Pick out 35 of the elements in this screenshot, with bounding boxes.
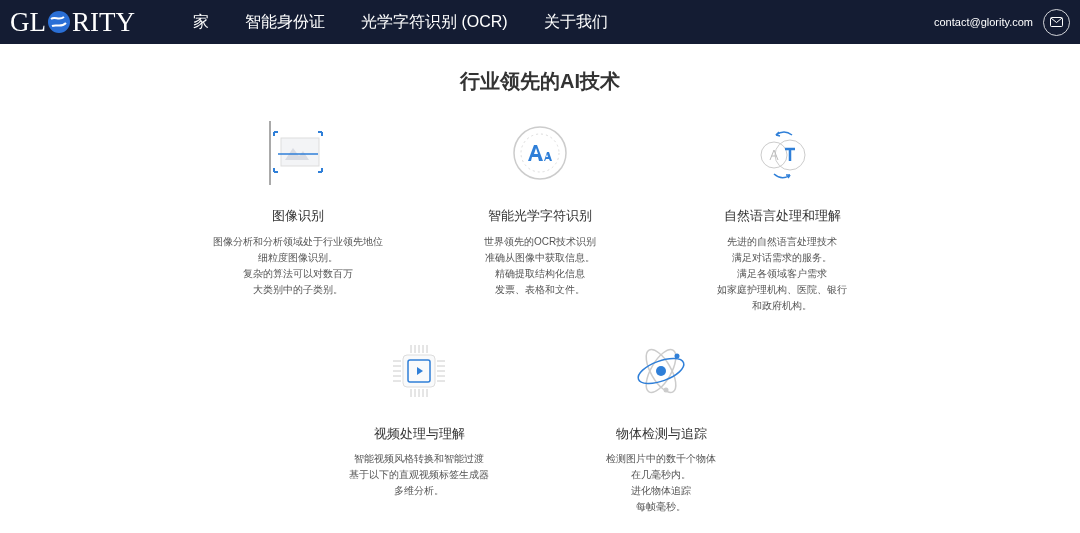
feature-description: 先进的自然语言处理技术 xyxy=(727,234,837,249)
feature-description: 复杂的算法可以对数百万 xyxy=(243,266,353,281)
feature-description: 满足对话需求的服务。 xyxy=(732,250,832,265)
letters-circle-icon xyxy=(512,125,568,181)
logo-text: GL xyxy=(10,8,46,36)
feature-title: 视频处理与理解 xyxy=(373,424,465,443)
globe-icon xyxy=(47,10,71,34)
logo-text: RITY xyxy=(72,8,135,36)
feature-description: 发票、表格和文件。 xyxy=(495,282,585,297)
feature-description: 准确从图像中获取信息。 xyxy=(485,250,595,265)
feature-description: 进化物体追踪 xyxy=(631,484,691,498)
feature-description: 和政府机构。 xyxy=(752,298,812,313)
feature-description: 在几毫秒内。 xyxy=(631,468,691,482)
email-link[interactable]: contact@glority.com xyxy=(934,13,1033,31)
feature-title: 自然语言处理和理解 xyxy=(723,207,841,225)
feature-description: 图像分析和分析领域处于行业领先地位 xyxy=(213,234,383,249)
feature-description: 多维分析。 xyxy=(394,484,444,498)
feature-title: 智能光学字符识别 xyxy=(488,207,592,225)
feature-description: 如家庭护理机构、医院、银行 xyxy=(717,282,847,297)
feature-description: 检测图片中的数千个物体 xyxy=(606,452,716,466)
section-title: 行业领先的AI技术 xyxy=(460,69,620,94)
feature-description: 每帧毫秒。 xyxy=(636,500,686,514)
feature-description: 智能视频风格转换和智能过渡 xyxy=(354,452,484,466)
feature-description: 基于以下的直观视频标签生成器 xyxy=(349,468,489,482)
feature-title: 物体检测与追踪 xyxy=(615,424,707,443)
feature-description: 细粒度图像识别。 xyxy=(258,250,338,265)
nav-link[interactable]: 关于我们 xyxy=(543,10,608,34)
feature-description: 世界领先的OCR技术识别 xyxy=(483,234,597,249)
feature-description: 精确提取结构化信息 xyxy=(495,266,585,281)
nav-link[interactable]: 光学字符识别 (OCR) xyxy=(361,10,508,34)
feature-description: 大类别中的子类别。 xyxy=(253,282,343,297)
feature-title: 图像识别 xyxy=(272,207,324,225)
nav-link[interactable]: 智能身份证 xyxy=(245,10,325,34)
feature-description: 满足各领域客户需求 xyxy=(737,266,827,281)
nav-link[interactable]: 家 xyxy=(193,10,209,34)
